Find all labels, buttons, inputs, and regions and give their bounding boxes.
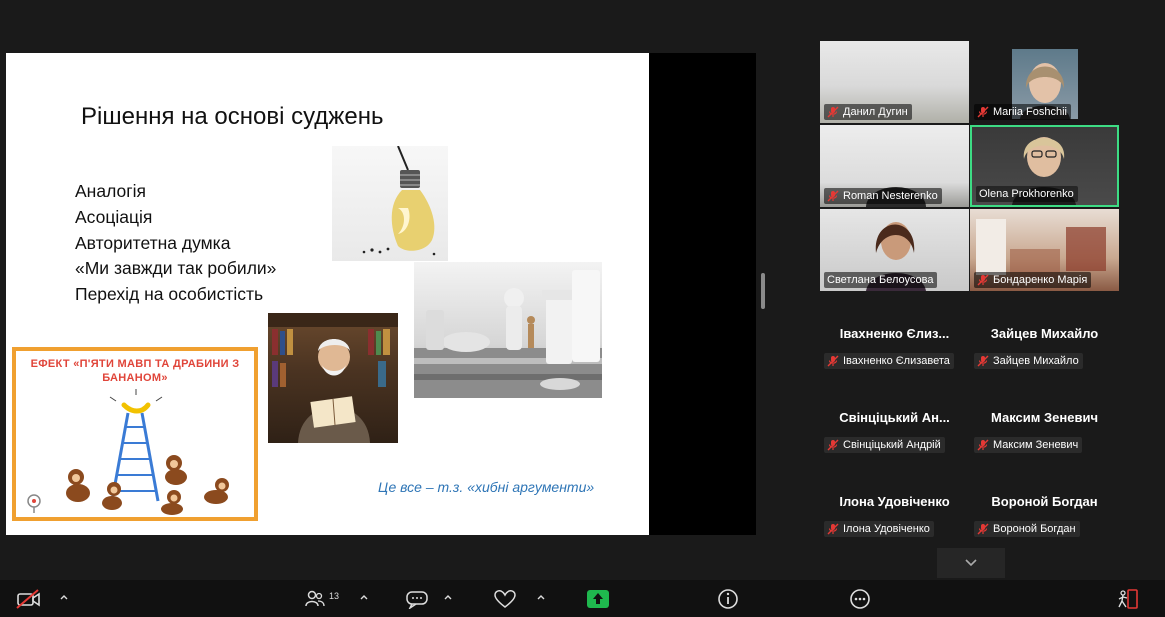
slide-title: Рішення на основі суджень: [81, 103, 384, 130]
mic-muted-icon: [827, 190, 839, 202]
chat-button[interactable]: [405, 580, 429, 617]
mic-muted-icon: [977, 274, 989, 286]
participant-name: Івахненко Єлизавета: [843, 355, 950, 367]
participant-name: Olena Prokhorenko: [979, 188, 1074, 200]
slide-footnote: Це все – т.з. «хибні аргументи»: [378, 479, 595, 495]
participant-display-name: Максим Зеневич: [991, 410, 1098, 425]
meeting-info-button[interactable]: [717, 580, 739, 617]
participants-button[interactable]: [304, 580, 326, 617]
participants-icon: [305, 590, 325, 606]
scroll-down-button[interactable]: [937, 548, 1005, 578]
participant-name: Данил Дугин: [843, 106, 908, 118]
slide-bullet: Авторитетна думка: [75, 232, 231, 253]
participant-name: Вороной Богдан: [993, 523, 1076, 535]
participant-video-tile[interactable]: Светлана Белоусова: [820, 209, 969, 291]
participant-tile[interactable]: Свінціцький Ан... Свінціцький Андрій: [820, 400, 969, 480]
lightbulb-image: [332, 146, 448, 261]
participant-name-tag: Roman Nesterenko: [824, 188, 942, 204]
participant-name-tag: Ілона Удовіченко: [824, 521, 934, 537]
participant-name: Свінціцький Андрій: [843, 439, 941, 451]
video-toggle-button[interactable]: [16, 580, 42, 617]
reactions-options-caret-icon[interactable]: [535, 591, 547, 603]
mic-muted-icon: [977, 355, 989, 367]
participant-display-name: Ілона Удовіченко: [839, 494, 950, 509]
mic-muted-icon: [827, 106, 839, 118]
split-view-handle[interactable]: [761, 273, 765, 309]
participant-name-tag: Olena Prokhorenko: [976, 186, 1078, 202]
mic-muted-icon: [977, 106, 989, 118]
participant-name: Roman Nesterenko: [843, 190, 938, 202]
mic-muted-icon: [977, 523, 989, 535]
participant-video-tile-active-speaker[interactable]: Olena Prokhorenko: [970, 125, 1119, 207]
mic-muted-icon: [827, 439, 839, 451]
chess-image: [414, 262, 602, 398]
participants-options-caret-icon[interactable]: [358, 591, 370, 603]
meeting-toolbar: 13: [0, 580, 1165, 617]
participant-display-name: Івахненко Єлиз...: [839, 326, 950, 341]
five-monkeys-effect-box: ЕФЕКТ «П'ЯТИ МАВП ТА ДРАБИНИ З БАНАНОМ»: [12, 347, 258, 521]
meeting-stage: Рішення на основі суджень Аналогія Асоці…: [0, 0, 1165, 580]
participant-name: Mariia Foshchii: [993, 106, 1067, 118]
participant-display-name: Зайцев Михайло: [990, 326, 1099, 341]
participant-name-tag: Зайцев Михайло: [974, 353, 1083, 369]
participant-display-name: Свінціцький Ан...: [839, 410, 950, 425]
reactions-button[interactable]: [493, 580, 517, 617]
participant-tile[interactable]: Зайцев Михайло Зайцев Михайло: [970, 316, 1119, 396]
presentation-slide: Рішення на основі суджень Аналогія Асоці…: [6, 53, 649, 535]
slide-bullet-list: Аналогія Асоціація Авторитетна думка «Ми…: [75, 179, 276, 308]
share-screen-button[interactable]: [586, 580, 610, 617]
leave-icon: [1118, 588, 1138, 609]
participant-name: Бондаренко Марія: [993, 274, 1088, 286]
more-icon: [850, 588, 870, 609]
mic-muted-icon: [827, 355, 839, 367]
video-off-icon: [16, 588, 40, 609]
participant-name-tag: Светлана Белоусова: [824, 272, 938, 288]
participant-name: Зайцев Михайло: [993, 355, 1079, 367]
reading-man-image: [268, 313, 398, 443]
participant-name: Максим Зеневич: [993, 439, 1079, 451]
participant-name: Ілона Удовіченко: [843, 523, 930, 535]
participant-video-tile[interactable]: Данил Дугин: [820, 41, 969, 123]
participant-name-tag: Вороной Богдан: [974, 521, 1080, 537]
slide-bullet: Перехід на особистість: [75, 284, 264, 305]
chat-options-caret-icon[interactable]: [442, 591, 454, 603]
participant-video-tile[interactable]: Бондаренко Марія: [970, 209, 1119, 291]
chevron-down-icon: [965, 559, 977, 567]
participants-count: 13: [329, 591, 340, 601]
slide-bullet: «Ми завжди так робили»: [75, 258, 277, 279]
participant-display-name: Вороной Богдан: [991, 494, 1098, 509]
mic-muted-icon: [827, 523, 839, 535]
participant-name: Светлана Белоусова: [827, 274, 934, 286]
participant-tile[interactable]: Максим Зеневич Максим Зеневич: [970, 400, 1119, 480]
participant-video-tile[interactable]: Roman Nesterenko: [820, 125, 969, 207]
participant-name-tag: Бондаренко Марія: [974, 272, 1092, 288]
slide-bullet: Аналогія: [75, 181, 146, 201]
participant-name-tag: Mariia Foshchii: [974, 104, 1071, 120]
mic-muted-icon: [977, 439, 989, 451]
participant-name-tag: Максим Зеневич: [974, 437, 1083, 453]
share-screen-icon: [587, 589, 609, 608]
leave-meeting-button[interactable]: [1116, 580, 1140, 617]
info-icon: [718, 588, 738, 609]
chat-icon: [406, 590, 428, 609]
more-options-button[interactable]: [849, 580, 871, 617]
video-options-caret-icon[interactable]: [58, 591, 70, 603]
reactions-icon: [494, 589, 516, 608]
participant-tile[interactable]: Івахненко Єлиз... Івахненко Єлизавета: [820, 316, 969, 396]
participant-name-tag: Данил Дугин: [824, 104, 912, 120]
participant-video-tile[interactable]: Mariia Foshchii: [970, 41, 1119, 123]
shared-screen: Рішення на основі суджень Аналогія Асоці…: [6, 53, 756, 535]
slide-bullet: Асоціація: [75, 206, 153, 227]
participant-name-tag: Свінціцький Андрій: [824, 437, 945, 453]
participant-name-tag: Івахненко Єлизавета: [824, 353, 954, 369]
